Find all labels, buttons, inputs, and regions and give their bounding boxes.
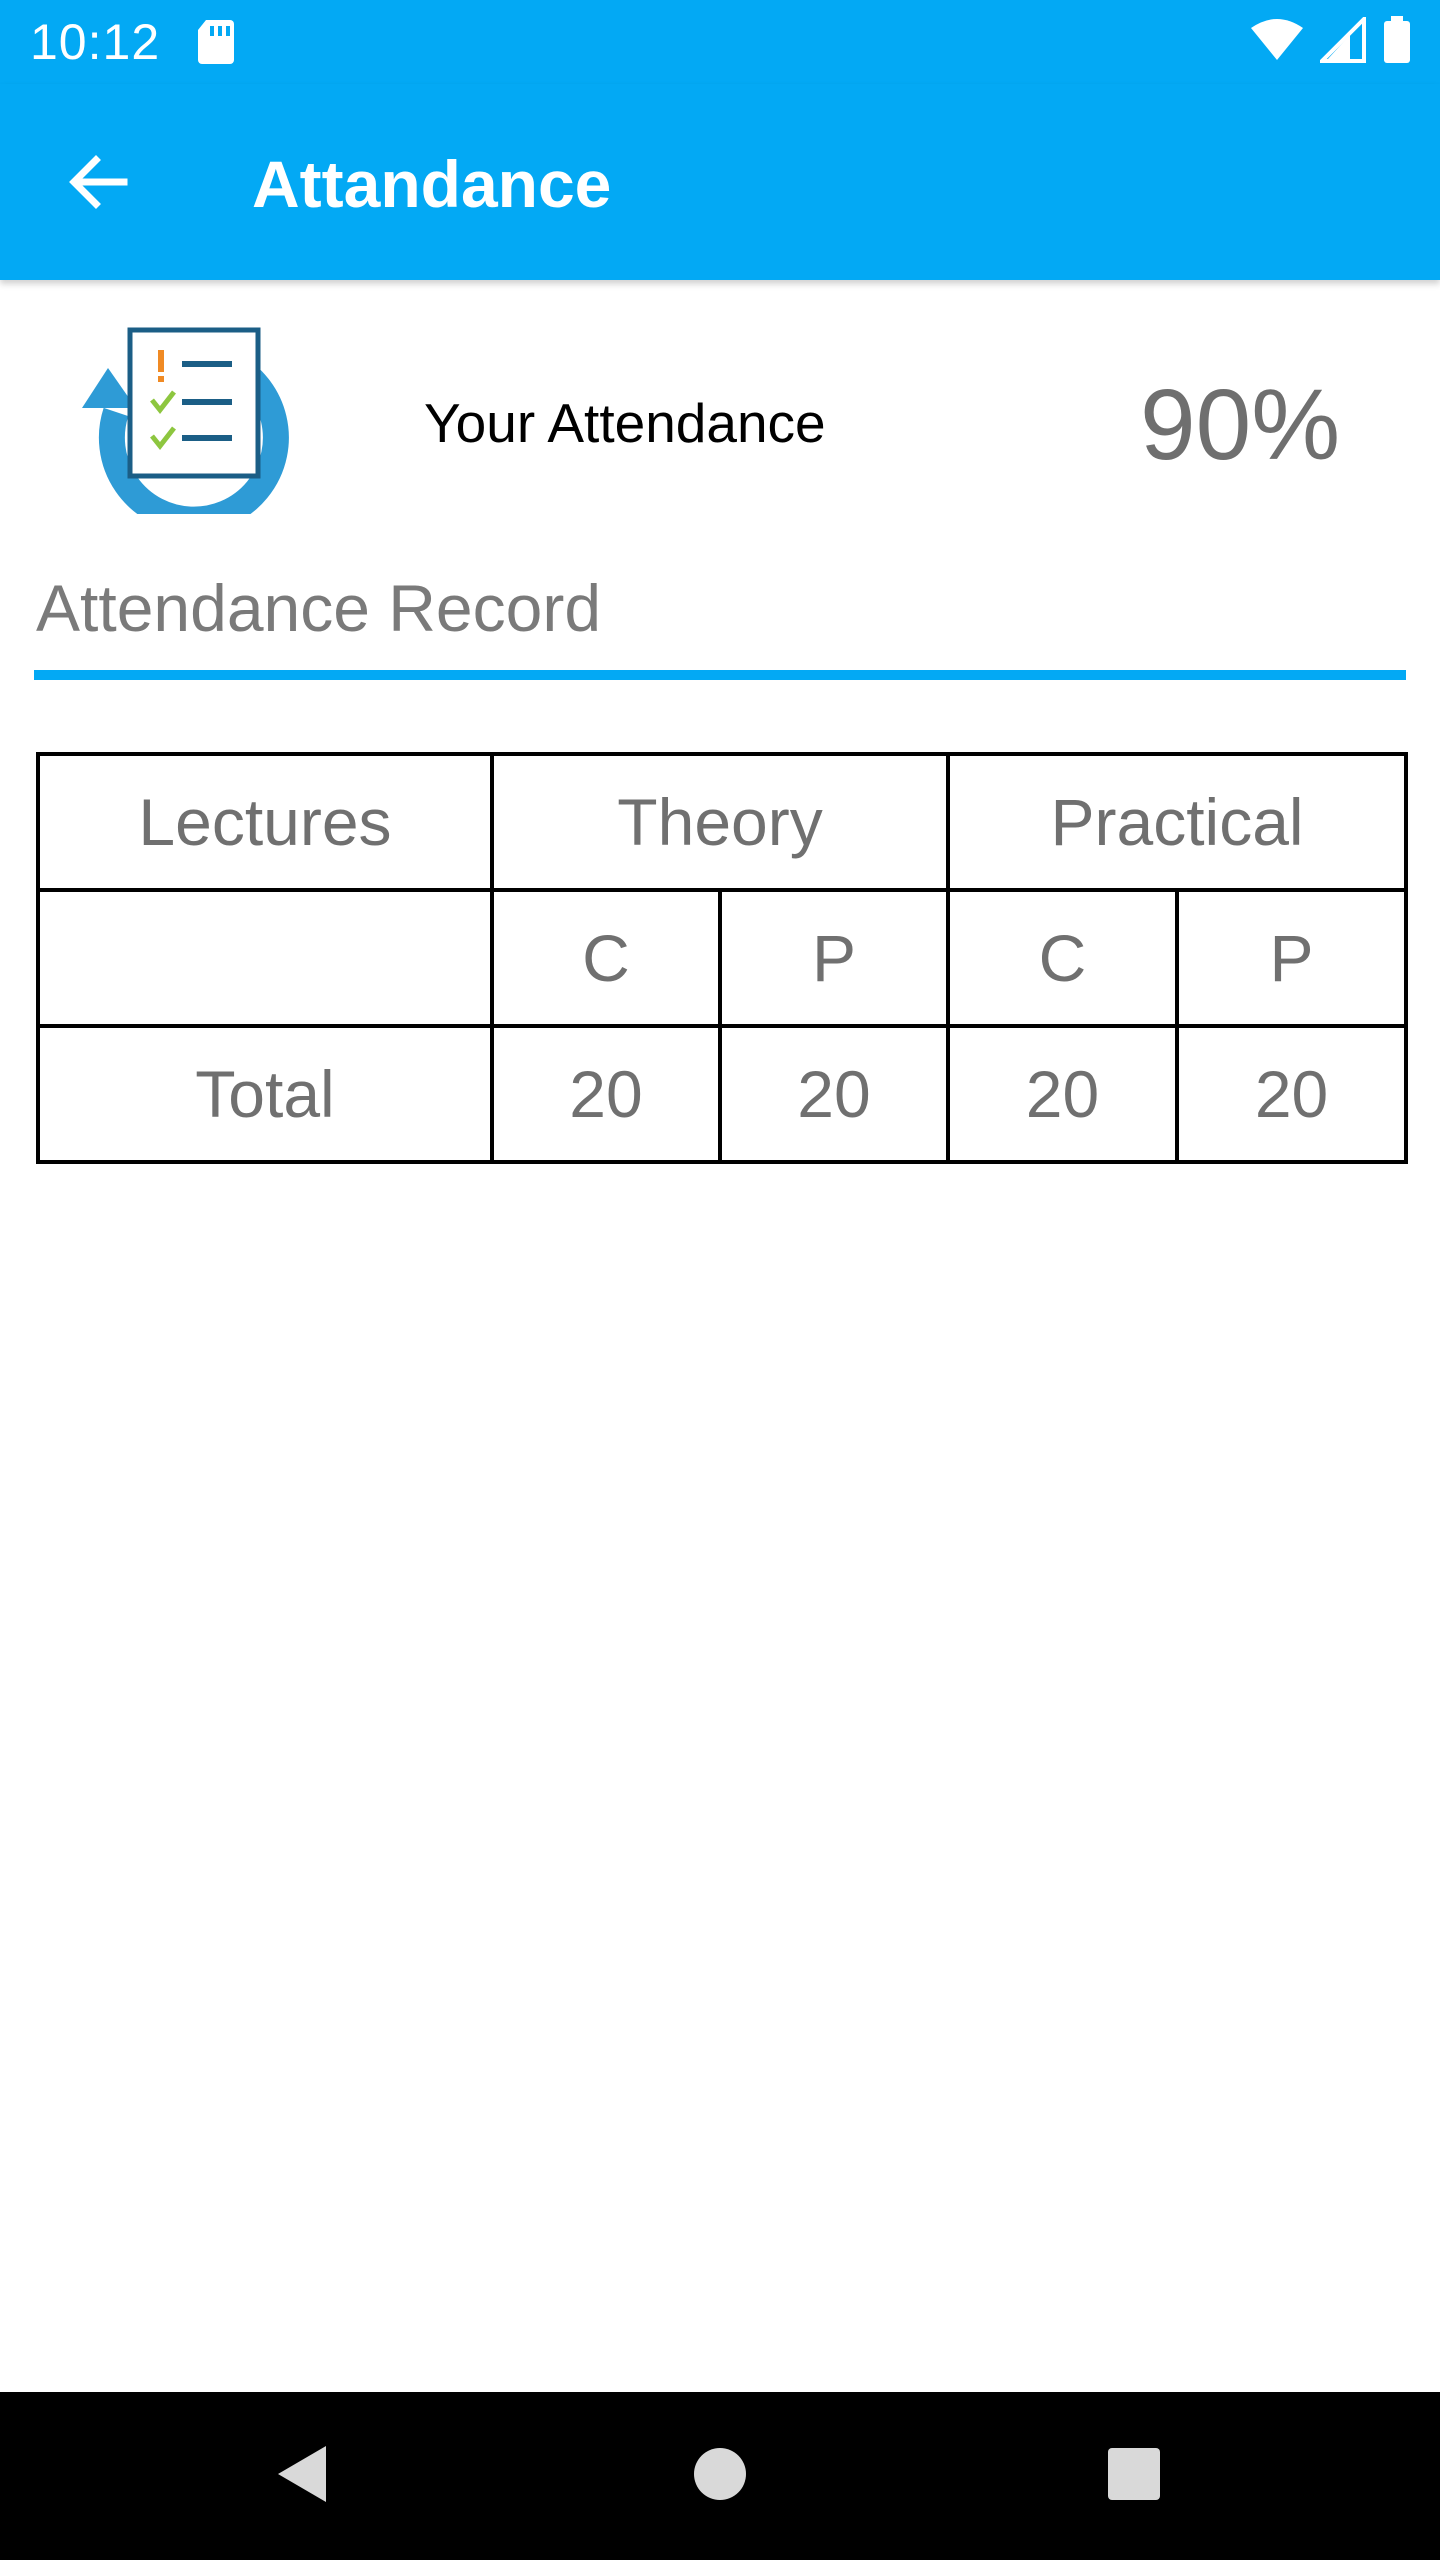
header-theory: Theory [489,752,951,892]
page-title: Attandance [252,147,612,221]
status-time: 10:12 [30,14,161,70]
nav-recents-icon [1106,2446,1162,2507]
section-title: Attendance Record [36,571,602,645]
nav-back-icon [272,2442,332,2511]
table-subheader-row: C P C P [36,888,1409,1028]
signal-icon [1317,13,1366,68]
status-icons [1250,13,1412,70]
table-row: Total 20 20 20 20 [36,1024,1409,1164]
back-button[interactable] [50,136,146,232]
total-label: Total [36,1024,494,1164]
total-theory-c: 20 [490,1024,722,1164]
header-lectures: Lectures [36,752,494,892]
battery-icon [1382,15,1412,69]
subheader-theory-p: P [717,888,951,1028]
navigation-bar [0,2392,1440,2560]
sd-card-icon [196,18,236,66]
total-theory-p: 20 [717,1024,951,1164]
subheader-practical-p: P [1175,888,1409,1028]
subheader-empty [36,888,494,1028]
section-divider [34,670,1406,680]
attendance-checklist-icon [82,324,298,533]
nav-home-icon [692,2446,748,2507]
app-bar: Attandance [0,84,1440,280]
header-practical: Practical [946,752,1409,892]
subheader-theory-c: C [490,888,722,1028]
wifi-icon [1250,18,1304,67]
attendance-table: Lectures Theory Practical C P C P Total … [36,752,1409,1164]
total-practical-c: 20 [946,1024,1180,1164]
attendance-percentage: 90% [1140,369,1341,481]
arrow-back-icon [66,150,130,219]
total-practical-p: 20 [1175,1024,1409,1164]
attendance-label: Your Attendance [424,392,826,454]
nav-home-button[interactable] [674,2430,766,2522]
subheader-practical-c: C [946,888,1180,1028]
status-bar: 10:12 [0,0,1440,84]
table-header-row: Lectures Theory Practical [36,752,1409,892]
nav-recents-button[interactable] [1088,2430,1180,2522]
nav-back-button[interactable] [256,2430,348,2522]
